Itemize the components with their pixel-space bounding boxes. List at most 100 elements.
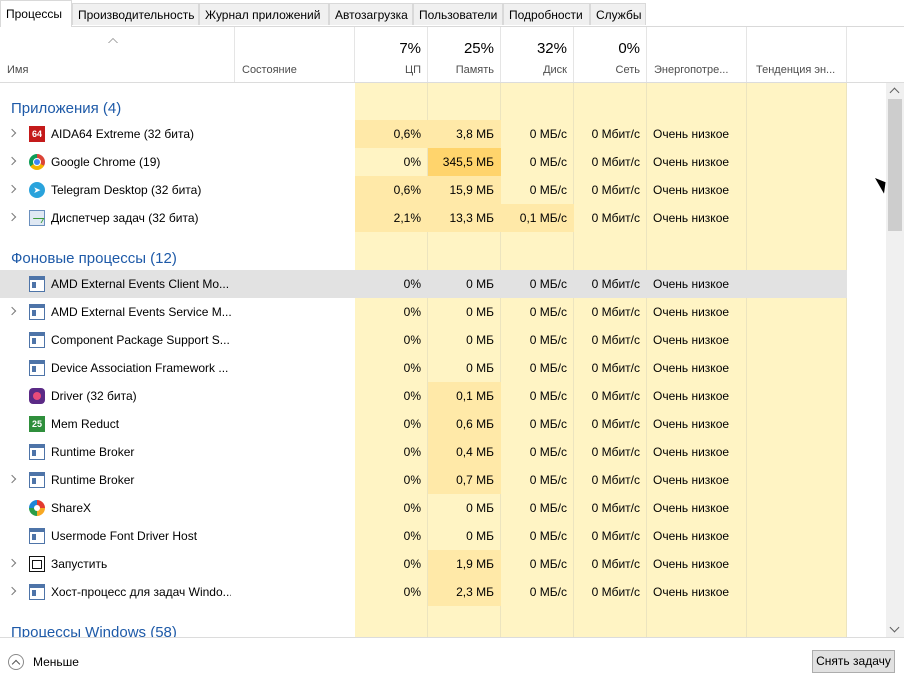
process-cpu-value: 0% bbox=[403, 529, 421, 543]
tab-bar: Процессы Производительность Журнал прило… bbox=[0, 0, 904, 27]
process-name-cell: Диспетчер задач (32 бита) bbox=[0, 204, 355, 232]
service-window-icon bbox=[29, 444, 45, 460]
scroll-thumb[interactable] bbox=[888, 99, 902, 231]
process-name-cell: 25 Mem Reduct bbox=[0, 410, 355, 438]
process-row[interactable]: ShareX 0% 0 МБ 0 МБ/с 0 Мбит/с Очень низкое bbox=[0, 494, 847, 522]
process-name-cell: 64 AIDA64 Extreme (32 бита) bbox=[0, 120, 355, 148]
process-row[interactable]: AMD External Events Service M... 0% 0 МБ 0 … bbox=[0, 298, 847, 326]
process-disk-value: 0 МБ/с bbox=[529, 501, 567, 515]
process-power-value: Очень низкое bbox=[653, 183, 730, 197]
process-disk-value: 0 МБ/с bbox=[529, 557, 567, 571]
process-net-value: 0 Мбит/с bbox=[591, 557, 640, 571]
process-cpu-value: 0% bbox=[403, 305, 421, 319]
tab-services[interactable]: Службы bbox=[590, 3, 646, 25]
process-disk-value: 0 МБ/с bbox=[529, 155, 567, 169]
header-power-trend[interactable]: Тенденция эн... bbox=[747, 27, 847, 82]
process-row[interactable]: Runtime Broker 0% 0,4 МБ 0 МБ/с 0 Мбит/с Очен… bbox=[0, 438, 847, 466]
process-power-value: Очень низкое bbox=[653, 417, 730, 431]
process-cpu-value: 0% bbox=[355, 270, 428, 298]
process-row[interactable]: Google Chrome (19) 0% 345,5 МБ 0 МБ/с 0 Мбит… bbox=[0, 148, 847, 176]
service-window-icon bbox=[29, 304, 45, 320]
process-name-cell: Device Association Framework ... bbox=[0, 354, 355, 382]
scroll-down-icon[interactable] bbox=[889, 622, 900, 633]
process-disk-value: 0 МБ/с bbox=[529, 389, 567, 403]
process-row[interactable]: Диспетчер задач (32 бита) 2,1% 13,3 МБ 0,1 … bbox=[0, 204, 847, 232]
expand-chevron-icon[interactable] bbox=[7, 558, 17, 568]
process-row[interactable]: Запустить 0% 1,9 МБ 0 МБ/с 0 Мбит/с Очень низ… bbox=[0, 550, 847, 578]
tab-performance[interactable]: Производительность bbox=[72, 3, 199, 25]
header-status-label: Состояние bbox=[242, 64, 297, 76]
process-row[interactable]: AMD External Events Client Mo... 0% 0 МБ 0 … bbox=[0, 270, 847, 298]
process-disk-value: 0 МБ/с bbox=[501, 270, 574, 298]
expand-chevron-icon[interactable] bbox=[7, 586, 17, 596]
expand-chevron-icon[interactable] bbox=[7, 128, 17, 138]
group-background[interactable]: Фоновые процессы (12) bbox=[0, 233, 355, 273]
process-disk-value: 0 МБ/с bbox=[529, 473, 567, 487]
service-window-icon bbox=[29, 360, 45, 376]
group-windows[interactable]: Процессы Windows (58) bbox=[0, 607, 355, 637]
process-row[interactable]: Device Association Framework ... 0% 0 МБ 0 … bbox=[0, 354, 847, 382]
header-memory[interactable]: 25% Память bbox=[428, 27, 501, 82]
process-row[interactable]: Usermode Font Driver Host 0% 0 МБ 0 МБ/с 0 М… bbox=[0, 522, 847, 550]
process-mem-value: 0,6 МБ bbox=[428, 410, 501, 438]
process-name: Mem Reduct bbox=[51, 417, 120, 431]
process-cpu-value: 2,1% bbox=[355, 204, 428, 232]
header-network[interactable]: 0% Сеть bbox=[574, 27, 647, 82]
process-net-value: 0 Мбит/с bbox=[591, 445, 640, 459]
expand-chevron-icon[interactable] bbox=[7, 184, 17, 194]
process-disk-value: 0 МБ/с bbox=[529, 417, 567, 431]
process-name: Хост-процесс для задач Windo... bbox=[51, 585, 231, 599]
process-row[interactable]: Driver (32 бита) 0% 0,1 МБ 0 МБ/с 0 Мбит/с Оч… bbox=[0, 382, 847, 410]
header-disk-label: Диск bbox=[543, 64, 567, 76]
process-row[interactable]: Хост-процесс для задач Windo... 0% 2,3 МБ 0… bbox=[0, 578, 847, 606]
expand-chevron-icon[interactable] bbox=[7, 212, 17, 222]
process-power-value: Очень низкое bbox=[653, 473, 730, 487]
process-cpu-value: 0% bbox=[403, 361, 421, 375]
process-power-value: Очень низкое bbox=[653, 585, 730, 599]
tab-details[interactable]: Подробности bbox=[503, 3, 590, 25]
process-power-value: Очень низкое bbox=[653, 127, 730, 141]
chevron-up-icon bbox=[8, 654, 24, 670]
tab-startup[interactable]: Автозагрузка bbox=[329, 3, 413, 25]
process-row[interactable]: Runtime Broker 0% 0,7 МБ 0 МБ/с 0 Мбит/с Очен… bbox=[0, 466, 847, 494]
expand-chevron-icon[interactable] bbox=[7, 306, 17, 316]
service-window-icon bbox=[29, 472, 45, 488]
process-row[interactable]: ➤ Telegram Desktop (32 бита) 0,6% 15,9 МБ 0 … bbox=[0, 176, 847, 204]
vertical-scrollbar[interactable] bbox=[886, 83, 904, 637]
process-mem-value: 0,1 МБ bbox=[428, 382, 501, 410]
run-icon bbox=[29, 556, 45, 572]
process-power-value: Очень низкое bbox=[653, 501, 730, 515]
expand-chevron-icon[interactable] bbox=[7, 156, 17, 166]
process-name: AIDA64 Extreme (32 бита) bbox=[51, 127, 194, 141]
process-power-trend-value bbox=[747, 176, 847, 204]
tab-processes[interactable]: Процессы bbox=[0, 0, 72, 27]
header-disk[interactable]: 32% Диск bbox=[501, 27, 574, 82]
end-task-button[interactable]: Снять задачу bbox=[812, 650, 895, 673]
process-mem-value: 2,3 МБ bbox=[428, 578, 501, 606]
process-row[interactable]: 64 AIDA64 Extreme (32 бита) 0,6% 3,8 МБ 0 МБ… bbox=[0, 120, 847, 148]
process-row[interactable]: Component Package Support S... 0% 0 МБ 0 МБ… bbox=[0, 326, 847, 354]
task-manager-icon bbox=[29, 210, 45, 226]
group-background-label: Фоновые процессы (12) bbox=[11, 250, 177, 267]
group-apps[interactable]: Приложения (4) bbox=[0, 83, 355, 123]
process-disk-value: 0 МБ/с bbox=[529, 445, 567, 459]
process-row[interactable]: 25 Mem Reduct 0% 0,6 МБ 0 МБ/с 0 Мбит/с Очень … bbox=[0, 410, 847, 438]
header-cpu[interactable]: 7% ЦП bbox=[355, 27, 428, 82]
tab-app-history[interactable]: Журнал приложений bbox=[199, 3, 329, 25]
process-mem-value: 13,3 МБ bbox=[428, 204, 501, 232]
process-name: Диспетчер задач (32 бита) bbox=[51, 211, 199, 225]
header-power[interactable]: Энергопотре... bbox=[647, 27, 747, 82]
process-name-cell: AMD External Events Service M... bbox=[0, 298, 355, 326]
process-mem-value: 1,9 МБ bbox=[428, 550, 501, 578]
header-status[interactable]: Состояние bbox=[235, 27, 355, 82]
header-power-trend-label: Тенденция эн... bbox=[756, 64, 836, 76]
header-name[interactable]: Имя bbox=[0, 27, 235, 82]
scroll-up-icon[interactable] bbox=[889, 87, 900, 98]
process-disk-value: 0 МБ/с bbox=[529, 183, 567, 197]
expand-chevron-icon[interactable] bbox=[7, 474, 17, 484]
process-power-value: Очень низкое bbox=[653, 361, 730, 375]
tab-users[interactable]: Пользователи bbox=[413, 3, 503, 25]
process-net-value: 0 Мбит/с bbox=[591, 585, 640, 599]
header-cpu-label: ЦП bbox=[404, 64, 421, 76]
header-power-label: Энергопотре... bbox=[654, 64, 729, 76]
